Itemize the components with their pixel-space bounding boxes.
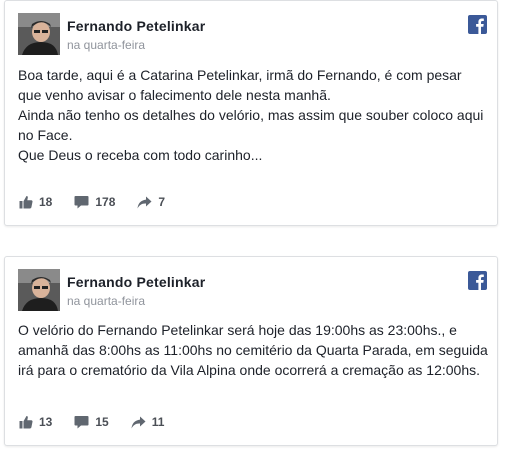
author-avatar[interactable]: [18, 269, 60, 311]
comment-button[interactable]: 15: [74, 415, 109, 429]
post-text-line: Que Deus o receba com todo carinho...: [18, 147, 263, 163]
post-text-line: Boa tarde, aqui é a Catarina Petelinkar,…: [18, 67, 462, 103]
like-button[interactable]: 18: [19, 195, 52, 209]
post-actions: 18 178 7: [19, 195, 187, 209]
comment-icon: [74, 196, 89, 209]
like-button[interactable]: 13: [19, 415, 52, 429]
comment-count: 178: [95, 195, 116, 209]
post-text-line: O velório do Fernando Petelinkar será ho…: [18, 322, 488, 378]
like-count: 18: [39, 195, 53, 209]
comment-icon: [74, 416, 89, 429]
post-card: Fernando Petelinkar na quarta-feira O ve…: [4, 256, 498, 446]
comment-count: 15: [95, 415, 109, 429]
profile-photo-icon: [18, 269, 60, 311]
profile-photo-icon: [18, 13, 60, 55]
author-name[interactable]: Fernando Petelinkar: [67, 274, 205, 290]
share-arrow-icon: [137, 196, 152, 208]
post-timestamp[interactable]: na quarta-feira: [67, 294, 145, 308]
post-timestamp[interactable]: na quarta-feira: [67, 38, 145, 52]
facebook-icon[interactable]: [468, 15, 487, 34]
share-arrow-icon: [131, 416, 146, 428]
thumbs-up-icon: [19, 196, 33, 209]
post-message: O velório do Fernando Petelinkar será ho…: [18, 320, 488, 380]
author-avatar[interactable]: [18, 13, 60, 55]
post-actions: 13 15 11: [19, 415, 186, 429]
facebook-icon[interactable]: [468, 271, 487, 290]
share-button[interactable]: 7: [137, 195, 165, 209]
share-count: 11: [151, 415, 165, 429]
author-name[interactable]: Fernando Petelinkar: [67, 18, 205, 34]
like-count: 13: [39, 415, 53, 429]
share-button[interactable]: 11: [131, 415, 165, 429]
share-count: 7: [158, 195, 166, 209]
post-card: Fernando Petelinkar na quarta-feira Boa …: [4, 0, 498, 226]
post-message: Boa tarde, aqui é a Catarina Petelinkar,…: [18, 65, 488, 165]
comment-button[interactable]: 178: [74, 195, 115, 209]
post-text-line: Ainda não tenho os detalhes do velório, …: [18, 107, 484, 143]
thumbs-up-icon: [19, 416, 33, 429]
